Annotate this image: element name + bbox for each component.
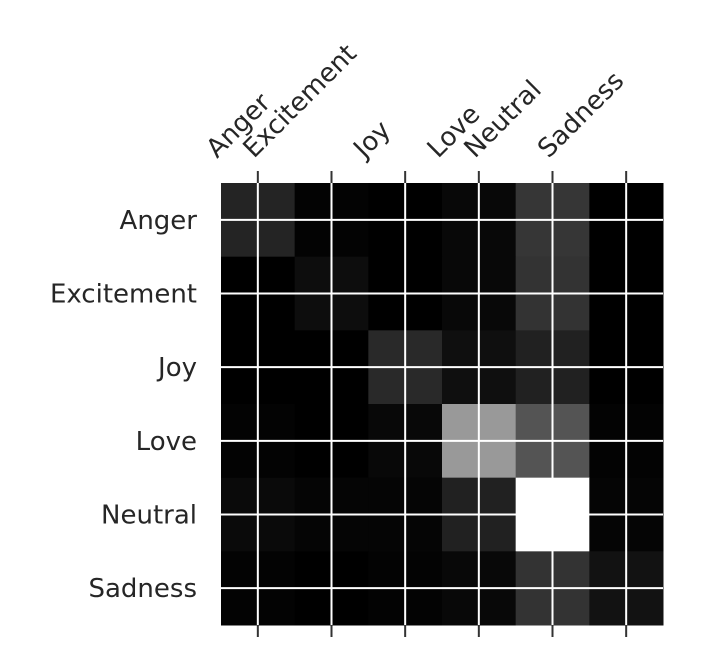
y-tick-label: Sadness (88, 574, 197, 604)
y-tick-label: Love (136, 427, 197, 457)
x-tick-label: Joy (347, 115, 397, 165)
y-tick-label: Joy (156, 353, 197, 383)
confusion-matrix-chart: AngerExcitementJoyLoveNeutralSadnessAnge… (50, 39, 664, 637)
y-tick-label: Excitement (50, 280, 197, 310)
y-tick-label: Neutral (101, 501, 197, 531)
x-tick-label: Sadness (532, 66, 630, 164)
y-tick-label: Anger (120, 206, 198, 236)
